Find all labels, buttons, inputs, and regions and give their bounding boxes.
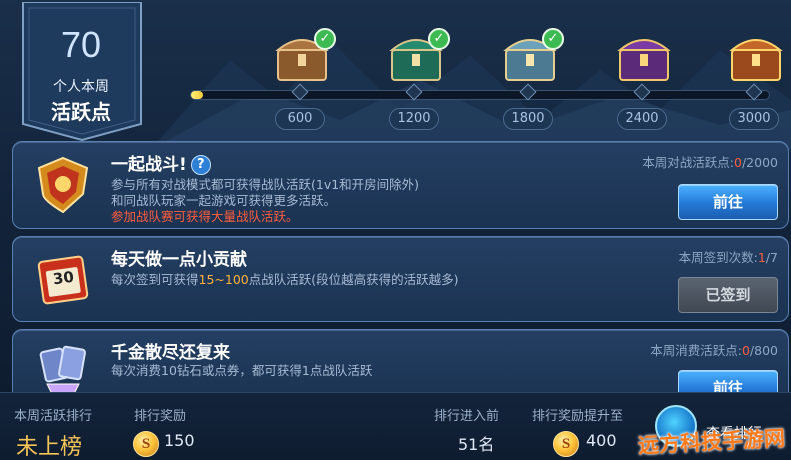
milestone-2400[interactable]: 2400 [612,28,692,132]
desc-highlight: 15~100 [198,272,249,287]
milestone-3000[interactable]: 3000 [724,28,791,132]
milestone-marker [405,83,423,101]
calendar-day: 30 [51,267,76,289]
stat-label: 本周消费活跃点: [650,343,742,358]
rank-value: 未上榜 [16,435,83,460]
coin-icon: S [133,431,159,457]
signed-in-button[interactable]: 已签到 [678,277,778,313]
stat-current: 0 [741,343,750,358]
activity-progress-fill [191,91,203,99]
stat-current: 1 [757,250,766,265]
milestone-marker [519,83,537,101]
stat-label: 本周签到次数: [678,250,758,265]
task-card-daily-contribution: 30 每天做一点小贡献 每次签到可获得15~100点战队活跃(段位越高获得的活跃… [12,236,789,322]
weekly-points-value: 70 [60,24,102,65]
stat-total: /800 [749,343,778,358]
task-desc-line1: 每次消费10钻石或点券，都可获得1点战队活跃 [111,363,373,378]
coin-icon: S [553,431,579,457]
task-stat: 本周签到次数:1/7 [679,247,778,266]
task-stat: 本周对战活跃点:0/2000 [642,152,778,171]
battle-shield-icon [37,156,89,214]
go-button[interactable]: 前往 [678,184,778,220]
activity-points-badge: 70 个人本周 活跃点 [15,2,153,142]
task-title: 一起战斗!? [111,150,211,175]
milestone-value: 1200 [389,108,439,130]
milestone-1800[interactable]: ✓ 1800 [498,28,578,132]
task-card-spending: 千金散尽还复来 每次消费10钻石或点券，都可获得1点战队活跃 本周消费活跃点:0… [12,329,789,401]
stat-current: 0 [734,155,742,170]
claimed-check-icon: ✓ [542,28,564,50]
claimed-check-icon: ✓ [428,28,450,50]
task-desc-line1: 每次签到可获得15~100点战队活跃(段位越高获得的活跃越多) [111,271,459,288]
milestone-value: 2400 [617,108,667,130]
enter-rank-label: 排行进入前 [434,409,500,424]
claimed-check-icon: ✓ [314,28,336,50]
milestone-1200[interactable]: ✓ 1200 [384,28,464,132]
enter-rank-value: 51名 [458,435,495,454]
task-desc-line3: 参加战队赛可获得大量战队活跃。 [111,209,299,224]
reward-up-value: 400 [586,431,617,450]
desc-text: 点战队活跃(段位越高获得的活跃越多) [248,272,459,287]
badge-label-personal-weekly: 个人本周 [53,79,109,95]
task-desc-line1: 参与所有对战模式都可获得战队活跃(1v1和开房间除外) [111,177,420,192]
stat-total: /7 [765,250,778,265]
task-desc-line2: 和同战队玩家一起游戏可获得更多活跃。 [111,193,337,208]
badge-label-activity-points: 活跃点 [51,100,111,124]
task-title: 每天做一点小贡献 [111,250,247,270]
milestone-value: 3000 [729,108,779,130]
desc-text: 每次签到可获得 [111,272,199,287]
rank-label: 本周活跃排行 [14,409,93,424]
milestone-600[interactable]: ✓ 600 [270,28,350,132]
gold-chest-icon [729,39,783,81]
milestone-marker [291,83,309,101]
milestone-value: 600 [275,108,325,130]
reward-label: 排行奖励 [134,409,187,424]
task-title-text: 一起战斗! [111,155,187,175]
milestone-marker [633,83,651,101]
task-card-fight-together: 一起战斗!? 参与所有对战模式都可获得战队活跃(1v1和开房间除外) 和同战队玩… [12,141,789,229]
milestone-marker [745,83,763,101]
help-icon[interactable]: ? [190,155,211,175]
stat-total: /2000 [741,155,778,170]
task-title: 千金散尽还复来 [111,343,230,363]
milestone-value: 1800 [503,108,553,130]
purple-chest-icon [617,39,671,81]
reward-value: 150 [164,431,195,450]
stat-label: 本周对战活跃点: [642,155,735,170]
task-stat: 本周消费活跃点:0/800 [650,340,778,359]
reward-up-label: 排行奖励提升至 [532,409,624,424]
